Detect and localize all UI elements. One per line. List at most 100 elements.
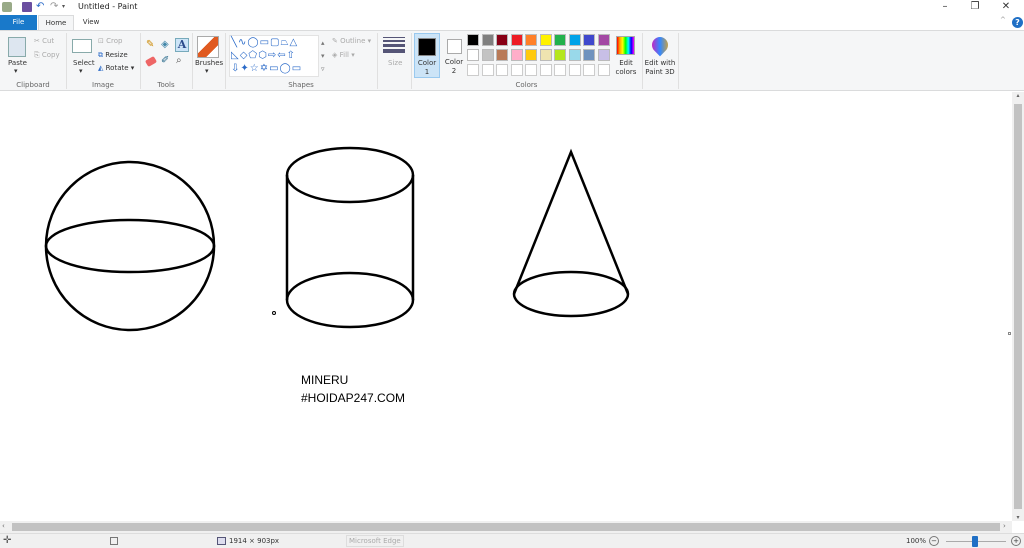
ribbon: Paste ▾ ✂ Cut ⎘ Copy Clipboard Select ▾ … <box>0 30 1024 91</box>
palette-custom-empty-swatch[interactable] <box>525 64 537 76</box>
palette-color-swatch[interactable] <box>496 34 508 46</box>
scroll-right-icon[interactable]: › <box>1003 522 1006 530</box>
tab-home[interactable]: Home <box>38 15 74 30</box>
tab-file[interactable]: File <box>0 15 37 30</box>
palette-color-swatch[interactable] <box>525 49 537 61</box>
pencil-tool-icon[interactable]: ✎ <box>146 39 154 50</box>
rotate-button[interactable]: Rotate <box>106 64 129 72</box>
colors-group-label: Colors <box>515 81 538 89</box>
palette-color-swatch[interactable] <box>554 49 566 61</box>
palette-color-swatch[interactable] <box>467 34 479 46</box>
cut-button[interactable]: Cut <box>42 37 54 45</box>
color2-button[interactable]: Color 2 <box>442 33 466 78</box>
palette-color-swatch[interactable] <box>583 49 595 61</box>
drawing-canvas[interactable]: MINERU #HOIDAP247.COM <box>0 92 1012 521</box>
shapes-gallery[interactable]: ╲∿◯▭▢⏢△ ◺◇⬠⬡⇨⇦⇧ ⇩✦☆✡▭◯▭ <box>229 35 319 77</box>
select-dropdown-icon[interactable]: ▾ <box>79 67 83 75</box>
horizontal-scrollbar[interactable]: ‹ › <box>0 521 1012 533</box>
canvas-text-line1: MINERU <box>301 373 349 387</box>
palette-custom-empty-swatch[interactable] <box>510 64 523 76</box>
scroll-left-icon[interactable]: ‹ <box>2 522 5 530</box>
copy-button[interactable]: Copy <box>42 51 60 59</box>
brushes-button[interactable]: Brushes <box>195 59 223 67</box>
palette-color-swatch[interactable] <box>467 49 479 61</box>
zoom-slider-thumb[interactable] <box>972 536 978 547</box>
minimize-button[interactable]: – <box>935 1 955 12</box>
save-icon[interactable] <box>22 2 32 12</box>
palette-custom-empty-swatch[interactable] <box>568 64 581 76</box>
text-tool-icon[interactable]: A <box>175 38 189 52</box>
taskbar-tooltip: Microsoft Edge <box>346 535 404 547</box>
zoom-out-button[interactable]: − <box>929 536 939 546</box>
scroll-up-icon[interactable]: ▴ <box>1012 92 1024 99</box>
palette-custom-empty-swatch[interactable] <box>554 64 566 76</box>
size-icon <box>383 37 405 53</box>
paint-app-icon <box>2 2 12 12</box>
zoom-level: 100% <box>906 537 927 545</box>
crop-button[interactable]: Crop <box>106 37 122 45</box>
palette-color-swatch[interactable] <box>510 34 523 46</box>
paste-icon <box>8 37 26 57</box>
canvas-text-line2: #HOIDAP247.COM <box>301 391 406 405</box>
size-button[interactable]: Size <box>388 59 402 67</box>
fill-button[interactable]: Fill <box>340 51 349 59</box>
palette-color-swatch[interactable] <box>568 34 581 46</box>
ribbon-tabs: File Home View ^ ? <box>0 15 1024 30</box>
shapes-scroll[interactable]: ▴ ▾ ▿ <box>321 37 325 76</box>
collapse-ribbon-icon[interactable]: ^ <box>1000 16 1006 24</box>
resize-button[interactable]: Resize <box>105 51 127 59</box>
palette-color-swatch[interactable] <box>496 49 508 61</box>
brushes-dropdown-icon[interactable]: ▾ <box>205 67 209 75</box>
palette-color-swatch[interactable] <box>568 49 581 61</box>
vertical-scroll-thumb[interactable] <box>1014 104 1022 509</box>
palette-color-swatch[interactable] <box>583 34 595 46</box>
vertical-scrollbar[interactable]: ▴ ▾ <box>1012 92 1024 521</box>
close-button[interactable]: ✕ <box>996 1 1016 12</box>
eraser-tool-icon[interactable] <box>144 55 158 68</box>
paste-dropdown-icon[interactable]: ▾ <box>14 67 18 75</box>
edit-colors-button[interactable]: Edit colors <box>612 59 640 77</box>
status-bar: ✛ 1914 × 903px Microsoft Edge 100% − + <box>0 533 1024 548</box>
fill-tool-icon[interactable]: ◈ <box>161 39 169 50</box>
magnifier-icon[interactable]: ⌕ <box>176 55 182 66</box>
maximize-button[interactable]: ❐ <box>965 1 985 12</box>
palette-color-swatch[interactable] <box>481 34 494 46</box>
color1-swatch <box>418 38 436 56</box>
tab-view[interactable]: View <box>76 15 106 30</box>
color2-swatch <box>446 39 462 54</box>
scroll-down-icon[interactable]: ▾ <box>1012 514 1024 521</box>
palette-custom-empty-swatch[interactable] <box>496 64 508 76</box>
undo-icon[interactable]: ↶ <box>36 2 46 12</box>
palette-color-swatch[interactable] <box>510 49 523 61</box>
stray-dot <box>272 311 276 315</box>
shapes-group-label: Shapes <box>288 81 314 89</box>
outline-button[interactable]: Outline <box>340 37 365 45</box>
palette-custom-empty-swatch[interactable] <box>597 64 610 76</box>
clipboard-group-label: Clipboard <box>16 81 50 89</box>
palette-color-swatch[interactable] <box>597 34 610 46</box>
palette-custom-empty-swatch[interactable] <box>481 64 494 76</box>
sphere-drawing <box>44 160 216 332</box>
redo-icon[interactable]: ↷ <box>50 2 60 12</box>
paint3d-icon <box>648 33 672 57</box>
help-icon[interactable]: ? <box>1012 17 1023 28</box>
edit-with-paint3d-button[interactable]: Edit with Paint 3D <box>644 59 676 77</box>
select-button[interactable]: Select <box>73 59 95 67</box>
palette-custom-empty-swatch[interactable] <box>539 64 552 76</box>
zoom-in-button[interactable]: + <box>1011 536 1021 546</box>
palette-color-swatch[interactable] <box>539 49 552 61</box>
palette-color-swatch[interactable] <box>597 49 610 61</box>
color1-button[interactable]: Color 1 <box>414 33 440 78</box>
palette-color-swatch[interactable] <box>525 34 537 46</box>
paste-button[interactable]: Paste <box>8 59 27 67</box>
cursor-position-icon: ✛ <box>3 535 12 546</box>
palette-color-swatch[interactable] <box>539 34 552 46</box>
canvas-resize-handle[interactable] <box>1008 332 1011 335</box>
palette-color-swatch[interactable] <box>554 34 566 46</box>
palette-custom-empty-swatch[interactable] <box>467 64 479 76</box>
palette-custom-empty-swatch[interactable] <box>583 64 595 76</box>
color-picker-icon[interactable]: ✐ <box>161 55 169 66</box>
customize-quick-access-icon[interactable]: ▾ <box>62 2 72 12</box>
horizontal-scroll-thumb[interactable] <box>12 523 1000 531</box>
palette-color-swatch[interactable] <box>481 49 494 61</box>
